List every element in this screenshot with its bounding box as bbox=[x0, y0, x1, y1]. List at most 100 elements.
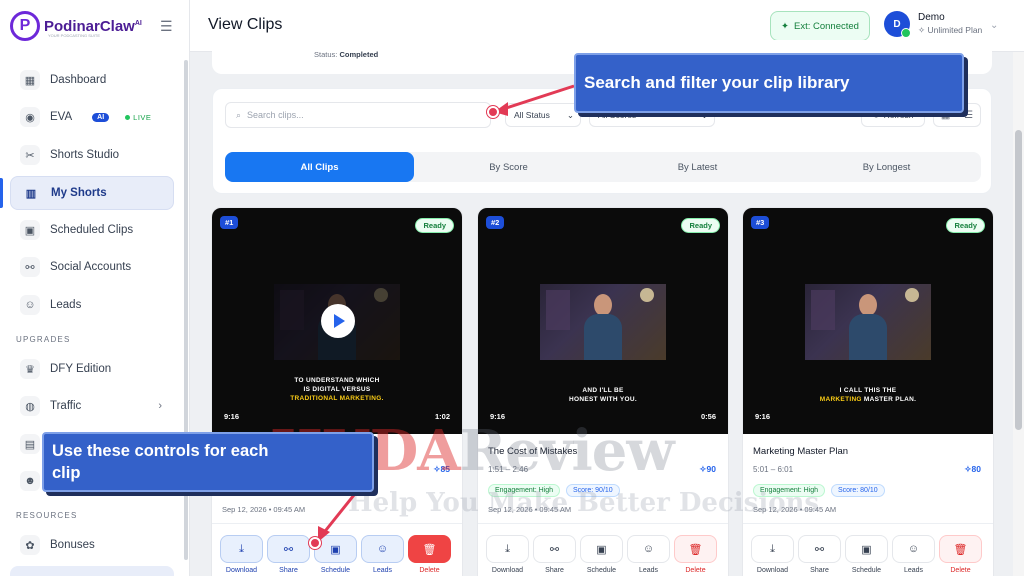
download-icon: ⤓ bbox=[770, 542, 775, 555]
leads-button[interactable]: ☺ bbox=[361, 535, 404, 563]
status-badge: Ready bbox=[415, 218, 454, 233]
sidebar-item-label: Traffic bbox=[50, 400, 82, 412]
delete-label: Delete bbox=[419, 567, 440, 574]
clip-number-badge: #1 bbox=[220, 216, 239, 229]
tab-by-longest[interactable]: By Longest bbox=[792, 152, 981, 182]
trash-icon: 🗑 bbox=[422, 543, 437, 556]
download-button[interactable]: ⤓ bbox=[220, 535, 263, 563]
tab-by-score[interactable]: By Score bbox=[414, 152, 603, 182]
clip-thumbnail[interactable]: TO UNDERSTAND WHICH IS DIGITAL VERSUS TR… bbox=[212, 208, 462, 434]
avatar: D bbox=[884, 11, 911, 38]
sidebar-item-dfy-edition[interactable]: ♛ DFY Edition bbox=[10, 352, 174, 386]
clip-caption: AND I'LL BE HONEST WITH YOU. bbox=[569, 387, 637, 403]
user-name: Demo bbox=[918, 12, 945, 23]
section-label-resources: RESOURCES bbox=[16, 511, 78, 520]
logo-mark: P bbox=[10, 11, 40, 41]
clip-score: ✧80 bbox=[964, 464, 981, 474]
extension-status-label: Ext: Connected bbox=[794, 20, 859, 32]
divider bbox=[743, 523, 993, 524]
schedule-label: Schedule bbox=[586, 567, 617, 574]
share-button[interactable]: ⚯ bbox=[798, 535, 841, 563]
add-user-icon: ☺ bbox=[907, 543, 920, 555]
divider bbox=[212, 523, 462, 524]
sidebar-item-bonuses[interactable]: ✿ Bonuses bbox=[10, 528, 174, 562]
share-button[interactable]: ⚯ bbox=[267, 535, 310, 563]
status-badge: Ready bbox=[946, 218, 985, 233]
leads-button[interactable]: ☺ bbox=[627, 535, 670, 563]
schedule-button[interactable]: ▣ bbox=[845, 535, 888, 563]
crown-icon: ♛ bbox=[20, 359, 40, 379]
tab-by-latest[interactable]: By Latest bbox=[603, 152, 792, 182]
clip-number-badge: #3 bbox=[751, 216, 770, 229]
sidebar-item-eva[interactable]: ◉ EVA AI LIVE bbox=[10, 100, 174, 134]
list-view-icon[interactable]: ☰ bbox=[964, 110, 973, 121]
search-icon: ⌕ bbox=[236, 109, 242, 120]
status-text: Status: Completed bbox=[314, 50, 379, 59]
schedule-button[interactable]: ▣ bbox=[580, 535, 623, 563]
sidebar-item-scheduled-clips[interactable]: ▣ Scheduled Clips bbox=[10, 213, 174, 247]
add-user-icon: ☺ bbox=[376, 543, 389, 555]
section-label-upgrades: UPGRADES bbox=[16, 335, 71, 344]
users-icon: ☻ bbox=[20, 471, 40, 491]
delete-label: Delete bbox=[685, 567, 706, 574]
chevron-down-icon: ⌄ bbox=[566, 109, 574, 120]
clip-thumbnail[interactable]: AND I'LL BE HONEST WITH YOU. #2 Ready 9:… bbox=[478, 208, 728, 434]
clip-caption: TO UNDERSTAND WHICH IS DIGITAL VERSUS TR… bbox=[290, 377, 384, 402]
clip-card[interactable]: I CALL THIS THE MARKETING MASTER PLAN. #… bbox=[742, 207, 994, 576]
puzzle-icon: ✦ bbox=[781, 20, 789, 32]
annotation-marker bbox=[487, 106, 499, 118]
sidebar-item-partial[interactable] bbox=[10, 566, 174, 576]
tab-all-clips[interactable]: All Clips bbox=[225, 152, 414, 182]
status-badge: Ready bbox=[681, 218, 720, 233]
status-select-value: All Status bbox=[514, 110, 550, 120]
clip-thumbnail[interactable]: I CALL THIS THE MARKETING MASTER PLAN. #… bbox=[743, 208, 993, 434]
page-scrollbar-thumb[interactable] bbox=[1015, 130, 1022, 430]
score-tag: Score: 80/10 bbox=[830, 484, 885, 497]
leads-label: Leads bbox=[638, 567, 659, 574]
annotation-controls-tip: Use these controls for each clip bbox=[42, 432, 374, 492]
logo-tagline: YOUR PODCASTING SUITE bbox=[48, 33, 101, 38]
sidebar-item-dashboard[interactable]: ▦ Dashboard bbox=[10, 63, 174, 97]
leads-button[interactable]: ☺ bbox=[892, 535, 935, 563]
schedule-button[interactable]: ▣ bbox=[314, 535, 357, 563]
annotation-line: Use these controls for each bbox=[52, 442, 269, 460]
menu-toggle-icon[interactable]: ☰ bbox=[160, 18, 173, 35]
clip-card[interactable]: AND I'LL BE HONEST WITH YOU. #2 Ready 9:… bbox=[477, 207, 729, 576]
sidebar-item-label: Bonuses bbox=[50, 539, 95, 551]
sidebar-item-leads[interactable]: ☺ Leads bbox=[10, 288, 174, 322]
download-label: Download bbox=[491, 567, 524, 574]
calendar-icon: ▣ bbox=[861, 543, 872, 556]
delete-button[interactable]: 🗑 bbox=[408, 535, 451, 563]
download-label: Download bbox=[756, 567, 789, 574]
sidebar-item-shorts-studio[interactable]: ✂ Shorts Studio bbox=[10, 138, 174, 172]
delete-button[interactable]: 🗑 bbox=[674, 535, 717, 563]
live-badge: LIVE bbox=[125, 113, 151, 122]
clip-number-badge: #2 bbox=[486, 216, 505, 229]
sidebar-item-traffic[interactable]: ◍ Traffic › bbox=[10, 389, 174, 423]
clip-time-range: 5:01 – 6:01 bbox=[753, 465, 794, 474]
clip-card[interactable]: TO UNDERSTAND WHICH IS DIGITAL VERSUS TR… bbox=[211, 207, 463, 576]
sidebar-item-my-shorts[interactable]: ▥ My Shorts bbox=[10, 176, 174, 210]
annotation-search-tip: Search and filter your clip library bbox=[574, 53, 964, 113]
clip-actions: ⤓ Download ⚯ Share ▣ Schedule ☺ Leads 🗑 Delet… bbox=[486, 535, 717, 574]
sidebar-item-label: Social Accounts bbox=[50, 261, 132, 273]
play-icon[interactable] bbox=[321, 304, 355, 338]
extension-status-badge[interactable]: ✦ Ext: Connected bbox=[770, 11, 870, 41]
clip-actions: ⤓ Download ⚯ Share ▣ Schedule ☺ Leads 🗑 Delet… bbox=[220, 535, 451, 574]
video-frame bbox=[805, 284, 931, 360]
user-menu[interactable]: D Demo ✧ Unlimited Plan bbox=[884, 11, 982, 38]
eva-icon: ◉ bbox=[20, 107, 40, 127]
download-icon: ⤓ bbox=[239, 542, 244, 555]
share-icon: ⚯ bbox=[283, 543, 294, 556]
chevron-down-icon[interactable]: ⌄ bbox=[990, 20, 998, 31]
search-input[interactable]: ⌕ Search clips... bbox=[225, 102, 491, 128]
status-select[interactable]: All Status ⌄ bbox=[505, 103, 581, 127]
sidebar-item-social-accounts[interactable]: ⚯ Social Accounts bbox=[10, 250, 174, 284]
download-button[interactable]: ⤓ bbox=[486, 535, 529, 563]
globe-icon: ◍ bbox=[20, 396, 40, 416]
logo-name: PodinarClawAI bbox=[44, 17, 142, 35]
download-button[interactable]: ⤓ bbox=[751, 535, 794, 563]
share-button[interactable]: ⚯ bbox=[533, 535, 576, 563]
delete-button[interactable]: 🗑 bbox=[939, 535, 982, 563]
ai-badge: AI bbox=[92, 112, 110, 122]
